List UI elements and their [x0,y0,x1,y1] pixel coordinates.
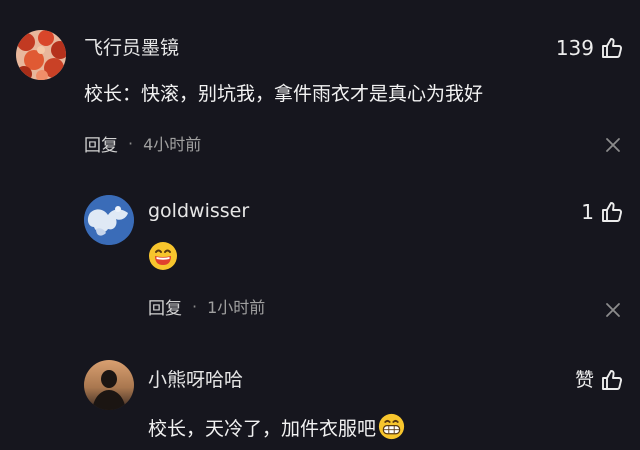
like-count: 1 [581,200,594,224]
avatar-image [84,360,134,410]
thumbs-up-icon [602,370,623,390]
comment-meta: 回复 · 1小时前 [148,294,266,319]
timestamp: 4小时前 [143,135,202,154]
avatar[interactable] [16,30,66,80]
thumbs-up-icon [602,38,623,58]
separator-dot: · [128,133,134,153]
grinning-emoji-icon [149,242,177,270]
thumbs-up-icon [602,202,623,222]
comment-text-content: 校长，天冷了，加件衣服吧 [148,418,377,440]
username[interactable]: 飞行员墨镜 [84,36,179,60]
username[interactable]: 小熊呀哈哈 [148,368,243,392]
like-button[interactable]: 139 [556,35,624,61]
grinning-emoji-icon [378,413,405,440]
avatar-image [16,30,66,80]
reply-button[interactable]: 回复 [148,294,182,319]
timestamp: 1小时前 [207,298,266,317]
avatar[interactable] [84,195,134,245]
comment-text: 校长：快滚，别坑我，拿件雨衣才是真心为我好 [84,83,484,105]
comment-text: 校长，天冷了，加件衣服吧 [148,413,405,442]
avatar[interactable] [84,360,134,410]
like-button[interactable]: 1 [581,199,624,225]
avatar-image [84,195,134,245]
comment-meta: 回复 · 4小时前 [84,131,202,156]
username[interactable]: goldwisser [148,199,249,223]
like-count: 139 [555,36,594,60]
reply-button[interactable]: 回复 [84,131,118,156]
close-icon[interactable] [604,301,622,319]
comment-thread: 飞行员墨镜 139 校长：快滚，别坑我，拿件雨衣才是真心为我好 回复 · 4小时… [0,0,640,450]
like-label: 赞 [574,369,594,391]
separator-dot: · [192,296,198,316]
like-button[interactable]: 赞 [575,367,624,393]
close-icon[interactable] [604,136,622,154]
